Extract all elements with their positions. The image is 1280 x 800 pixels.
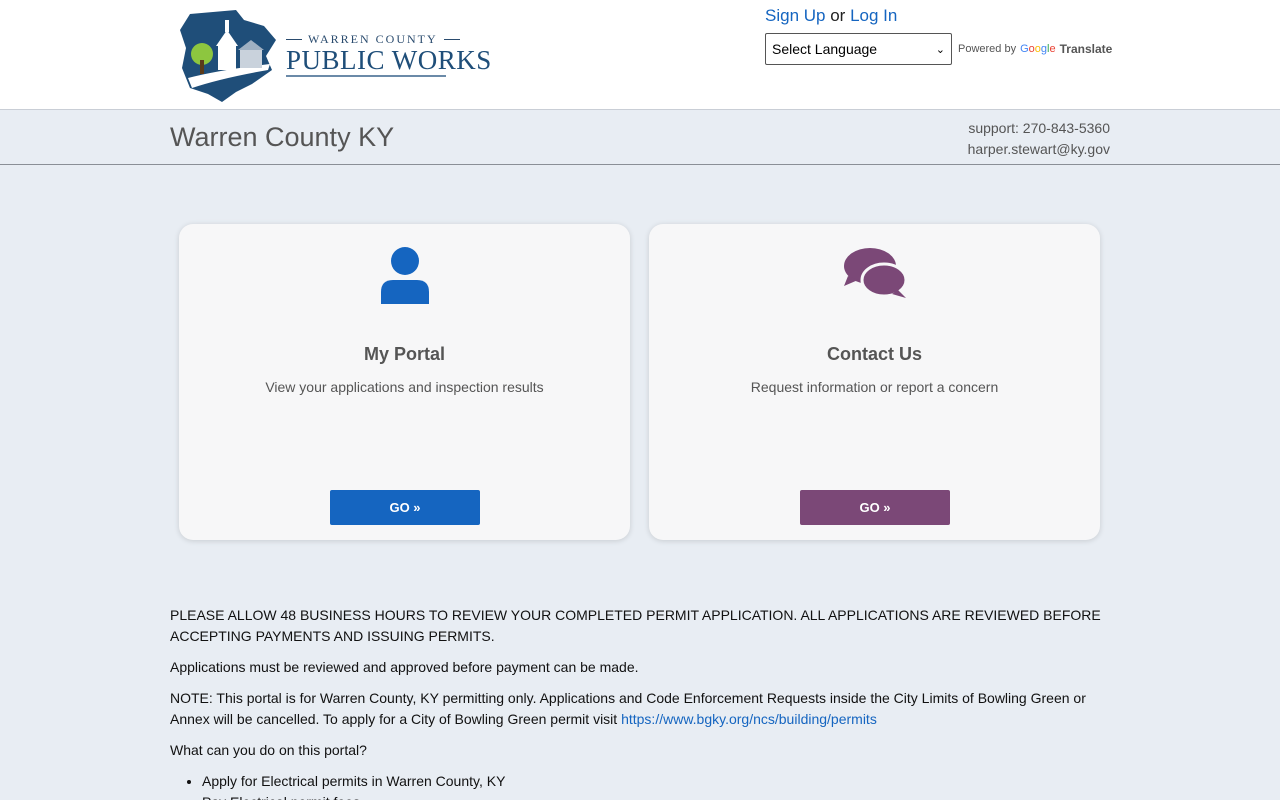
support-phone: support: 270-843-5360 [968,120,1110,136]
county-map-logo-icon [180,10,276,102]
portal-capabilities-list: Apply for Electrical permits in Warren C… [202,771,1115,800]
logo-line-public-works: PUBLIC WORKS [286,45,492,75]
powered-by-text: Powered by [958,43,1017,55]
translate-link[interactable]: Translate [1060,42,1113,56]
sign-up-link[interactable]: Sign Up [765,6,825,25]
portal-question: What can you do on this portal? [170,742,367,758]
contact-us-go-button[interactable]: GO » [800,490,950,525]
user-icon [380,247,429,304]
chat-bubbles-icon [843,248,907,298]
my-portal-description: View your applications and inspection re… [265,379,544,395]
top-header: WARREN COUNTY PUBLIC WORKS Sign Up or Lo… [0,0,1280,110]
portal-scope-note: NOTE: This portal is for Warren County, … [170,690,1086,727]
contact-us-title: Contact Us [826,344,922,364]
list-item: Pay Electrical permit fees [202,792,1115,800]
language-select[interactable]: Select Language ⌄ [765,33,952,65]
logo-underline [286,75,446,77]
auth-links: Sign Up or Log In [765,6,897,26]
my-portal-title: My Portal [363,344,446,364]
review-notice: PLEASE ALLOW 48 BUSINESS HOURS TO REVIEW… [170,607,1101,644]
payment-review-note: Applications must be reviewed and approv… [170,659,639,675]
logo-text: WARREN COUNTY PUBLIC WORKS [286,32,492,77]
contact-us-description: Request information or report a concern [750,379,999,395]
bowling-green-permits-link[interactable]: https://www.bgky.org/ncs/building/permit… [621,711,877,727]
language-select-value: Select Language [772,41,878,57]
support-contact: support: 270-843-5360 harper.stewart@ky.… [968,118,1110,160]
portal-notes: PLEASE ALLOW 48 BUSINESS HOURS TO REVIEW… [170,605,1115,800]
powered-by-google-translate: Powered by Google Translate [958,42,1112,56]
my-portal-card: My Portal View your applications and ins… [179,224,630,540]
site-title: Warren County KY [170,122,395,152]
list-item: Apply for Electrical permits in Warren C… [202,771,1115,792]
chevron-down-icon: ⌄ [935,43,945,56]
google-logo[interactable]: Google [1020,43,1056,55]
my-portal-go-button[interactable]: GO » [330,490,480,525]
support-email[interactable]: harper.stewart@ky.gov [968,139,1110,160]
log-in-link[interactable]: Log In [850,6,897,25]
contact-us-card: Contact Us Request information or report… [649,224,1100,540]
warren-county-public-works-logo[interactable]: WARREN COUNTY PUBLIC WORKS [178,8,491,104]
sub-header: Warren County KY support: 270-843-5360 h… [0,111,1280,165]
auth-or-text: or [830,6,846,25]
